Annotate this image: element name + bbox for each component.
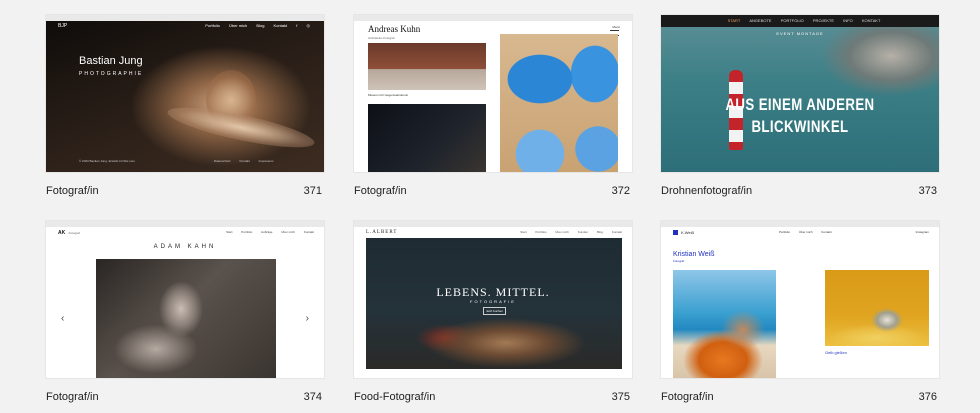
template-card-372[interactable]: Andreas Kuhn Architektur-Fotograf Menü M…	[354, 15, 632, 197]
architecture-photo-1[interactable]	[368, 43, 486, 90]
nav-item[interactable]: Start	[226, 230, 232, 234]
template-category: Fotograf/in	[46, 185, 99, 197]
site-footer: © 2023 Bastian Jung. Erstellt mit Wix.co…	[79, 159, 135, 163]
site-nav: Portfolio Über mich Kontakt	[771, 230, 832, 234]
template-thumbnail[interactable]: K.Weiß Portfolio Über mich Kontakt Insta…	[661, 221, 939, 378]
nav-item[interactable]: KONTAKT	[862, 18, 881, 23]
template-number: 374	[303, 391, 322, 403]
instagram-icon[interactable]: ◎	[307, 23, 311, 28]
nav-item[interactable]: Portfolio	[205, 23, 220, 28]
nav-item[interactable]: Portfolio	[779, 230, 790, 234]
hero-eyebrow: EVENT MONTAGE	[776, 31, 824, 36]
site-subtitle: PHOTOGRAPHIE	[79, 71, 144, 77]
footer-link[interactable]: Impressum	[259, 159, 274, 163]
site-logo[interactable]: AK Fotograf	[58, 230, 80, 236]
nav-item[interactable]: Über mich	[281, 230, 295, 234]
book-now-button[interactable]: Jetzt buchen	[483, 307, 507, 315]
nav-item[interactable]: Blog	[256, 23, 264, 28]
template-number: 373	[918, 185, 937, 197]
template-thumbnail[interactable]: BJP Portfolio Über mich Blog Kontakt f ◎…	[46, 15, 324, 172]
photo-label: Gelb gießen	[825, 350, 847, 355]
template-card-376[interactable]: K.Weiß Portfolio Über mich Kontakt Insta…	[661, 221, 939, 403]
menu-button[interactable]: Menü	[612, 25, 620, 29]
nav-item[interactable]: Über mich	[799, 230, 813, 234]
site-logo[interactable]: L.ALBERT	[366, 230, 397, 235]
template-number: 372	[611, 185, 630, 197]
site-logo[interactable]: BJP	[58, 23, 67, 29]
footer-link[interactable]: Datenschutz	[214, 159, 231, 163]
nav-item[interactable]: Über mich	[229, 23, 247, 28]
nav-item[interactable]: INFO	[843, 18, 853, 23]
nav-item[interactable]: Portfolio	[535, 230, 546, 234]
nav-item[interactable]: Kontakt	[304, 230, 314, 234]
nav-item[interactable]: Kontakt	[821, 230, 831, 234]
template-number: 376	[918, 391, 937, 403]
nav-item[interactable]: PROJEKTE	[813, 18, 834, 23]
template-thumbnail[interactable]: AK Fotograf Start Portfolio Aufträge Übe…	[46, 221, 324, 378]
hero-headline-line-2: BLICKWINKEL	[751, 117, 849, 136]
site-subtitle: Architektur-Fotograf	[368, 36, 395, 40]
nav-item[interactable]: PORTFOLIO	[781, 18, 804, 23]
browser-bar	[46, 221, 324, 227]
architecture-photo-2[interactable]	[368, 104, 486, 172]
slider-prev-arrow[interactable]: ‹	[61, 313, 64, 324]
browser-bar	[354, 15, 632, 21]
footer-link[interactable]: Kontakt	[240, 159, 250, 163]
nav-item[interactable]: Über mich	[555, 230, 569, 234]
template-category: Fotograf/in	[354, 185, 407, 197]
template-number: 371	[303, 185, 322, 197]
template-card-374[interactable]: AK Fotograf Start Portfolio Aufträge Übe…	[46, 221, 324, 403]
template-card-375[interactable]: L.ALBERT Start Portfolio Über mich Kunde…	[354, 221, 632, 403]
template-category: Fotograf/in	[46, 391, 99, 403]
nav-item[interactable]: Kontakt	[274, 23, 288, 28]
template-card-371[interactable]: BJP Portfolio Über mich Blog Kontakt f ◎…	[46, 15, 324, 197]
logo-subtitle: Fotograf	[68, 231, 80, 235]
site-name: Bastian Jung	[79, 55, 143, 67]
site-nav: Start Portfolio Über mich Kunden Blog Ko…	[512, 230, 622, 234]
hero-photo	[46, 21, 324, 172]
template-category: Food-Fotograf/in	[354, 391, 436, 403]
browser-bar	[661, 221, 939, 227]
template-thumbnail[interactable]: L.ALBERT Start Portfolio Über mich Kunde…	[354, 221, 632, 378]
logo-initials: AK	[58, 230, 66, 236]
social-link[interactable]: Instagram	[916, 230, 929, 234]
footer-links: Datenschutz Kontakt Impressum	[206, 159, 273, 163]
brand-square-icon	[673, 230, 678, 235]
template-number: 375	[611, 391, 630, 403]
site-nav: Start Portfolio Aufträge Über mich Konta…	[218, 230, 314, 234]
still-life-photo[interactable]	[825, 270, 929, 346]
nav-item[interactable]: Start	[520, 230, 526, 234]
hero-headline-line-1: AUS EINEM ANDEREN	[725, 95, 875, 114]
nav-item[interactable]: Kontakt	[612, 230, 622, 234]
photo-label: Museum für Gegenwartskunst	[368, 93, 409, 97]
architecture-photo-3[interactable]	[500, 34, 618, 172]
template-thumbnail[interactable]: Andreas Kuhn Architektur-Fotograf Menü M…	[354, 15, 632, 172]
site-nav: Portfolio Über mich Blog Kontakt f ◎	[197, 23, 310, 28]
template-category: Fotograf/in	[661, 391, 714, 403]
template-thumbnail[interactable]: START ANGEBOTE PORTFOLIO PROJEKTE INFO K…	[661, 15, 939, 172]
site-name: Kristian Weiß	[673, 251, 715, 258]
browser-bar	[354, 221, 632, 227]
facebook-icon[interactable]: f	[296, 23, 297, 28]
site-name: ADAM KAHN	[153, 244, 217, 250]
hero-headline: LEBENS. MITTEL.	[436, 285, 550, 299]
nav-item[interactable]: Kunden	[578, 230, 588, 234]
nav-item[interactable]: Blog	[597, 230, 603, 234]
site-name: Andreas Kuhn	[368, 24, 421, 34]
slider-next-arrow[interactable]: ›	[306, 313, 309, 324]
nav-item[interactable]: Portfolio	[241, 230, 252, 234]
hero-subtitle: FOTOGRAFIE	[470, 299, 516, 304]
beach-photo[interactable]	[673, 270, 776, 378]
site-subtitle: Fotograf	[673, 259, 685, 263]
nav-item[interactable]: ANGEBOTE	[749, 18, 771, 23]
nav-item[interactable]: START	[728, 18, 741, 23]
portrait-photo[interactable]	[96, 259, 276, 378]
nav-item[interactable]: Aufträge	[261, 230, 272, 234]
template-card-373[interactable]: START ANGEBOTE PORTFOLIO PROJEKTE INFO K…	[661, 15, 939, 197]
site-nav: START ANGEBOTE PORTFOLIO PROJEKTE INFO K…	[661, 15, 939, 27]
template-category: Drohnenfotograf/in	[661, 185, 753, 197]
site-logo[interactable]: K.Weiß	[681, 230, 694, 235]
